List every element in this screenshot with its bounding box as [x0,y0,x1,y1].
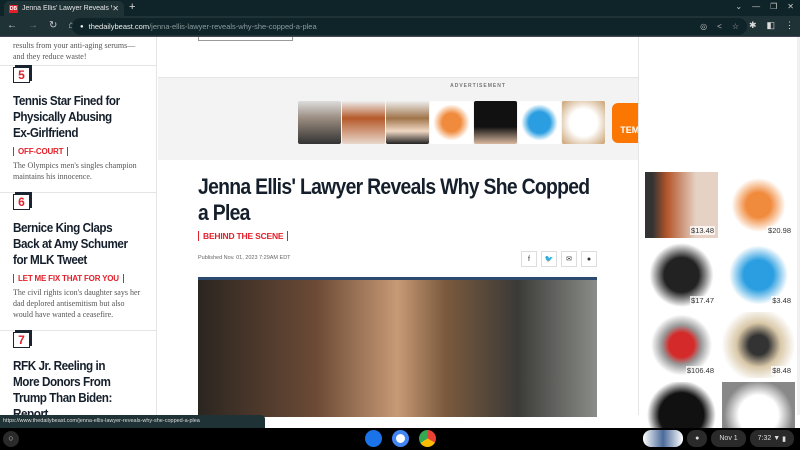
tab-search-icon[interactable]: ⌄ [735,2,742,11]
ad-product[interactable] [518,101,561,144]
item-title[interactable]: Tennis Star Fined for Physically Abusing… [13,93,130,141]
share-icon[interactable]: < [717,22,722,31]
notification-thumbnail[interactable] [643,430,684,447]
ad-product[interactable] [298,101,341,144]
share-buttons: f 🐦 ✉ ● [521,251,597,267]
price: $106.48 [685,366,715,375]
facebook-icon[interactable]: f [521,251,537,267]
item-title[interactable]: RFK Jr. Reeling in More Donors From Trum… [13,358,130,415]
ad-product[interactable]: $20.98 [722,172,795,238]
chrome-icon[interactable] [419,430,436,447]
price: $17.47 [690,296,715,305]
ad-product[interactable] [342,101,385,144]
main-content: ADVERTISEMENT TEMU Jenna Ellis' Lawyer R… [158,37,800,417]
tab-strip: DB Jenna Ellis' Lawyer Reveals Why ✕ + ⌄… [0,0,800,16]
back-icon[interactable]: ← [7,20,17,31]
item-tag[interactable]: LET ME FIX THAT FOR YOU [13,274,124,283]
lock-icon: ● [80,23,84,30]
item-title[interactable]: Bernice King Claps Back at Amy Schumer f… [13,220,130,268]
twitter-icon[interactable]: 🐦 [541,251,557,267]
rank-number: 7 [13,332,30,348]
status-url: https://www.thedailybeast.com/jenna-elli… [0,415,265,428]
date-pill[interactable]: Nov 1 [711,430,746,447]
address-bar[interactable]: ● thedailybeast.com/jenna-ellis-lawyer-r… [72,18,747,35]
item-desc: The Olympics men's singles champion main… [13,161,137,181]
taskbar: ○ ● Nov 1 7:32 ▼ ▮ [0,428,800,450]
extensions-icon[interactable]: ✱ [749,20,757,31]
article-photo [198,277,597,417]
eye-off-icon[interactable]: ◎ [700,22,707,31]
maximize-icon[interactable]: ❐ [770,2,777,11]
item-desc: The civil rights icon's daughter says he… [13,288,141,319]
menu-icon[interactable]: ⋮ [785,20,794,31]
ad-product[interactable]: $8.48 [722,312,795,378]
minimize-icon[interactable]: — [752,2,760,11]
article: Jenna Ellis' Lawyer Reveals Why She Copp… [198,174,598,267]
status-tray[interactable]: 7:32 ▼ ▮ [749,430,794,447]
wifi-icon: ▼ [773,435,781,442]
close-window-icon[interactable]: ✕ [787,2,794,11]
article-title: Jenna Ellis' Lawyer Reveals Why She Copp… [198,174,590,225]
price: $13.48 [690,226,715,235]
docs-icon[interactable] [392,430,409,447]
product-ad-grid: $13.48 $20.98 $17.47 $3.48 $106.48 $8.48 [645,172,795,448]
ad-product[interactable]: $13.48 [645,172,718,238]
ad-product[interactable] [562,101,605,144]
ad-product[interactable] [474,101,517,144]
list-item[interactable]: 6 Bernice King Claps Back at Amy Schumer… [0,192,156,330]
tab-active[interactable]: DB Jenna Ellis' Lawyer Reveals Why ✕ [4,1,124,16]
browser-toolbar: ←→↻⌂ ● thedailybeast.com/jenna-ellis-law… [0,16,800,37]
email-icon[interactable]: ✉ [561,251,577,267]
battery-icon: ▮ [782,435,786,443]
ad-product[interactable] [430,101,473,144]
close-tab-icon[interactable]: ✕ [112,4,119,13]
url-path: /jenna-ellis-lawyer-reveals-why-she-copp… [149,22,317,31]
launcher-icon[interactable]: ○ [3,431,19,447]
ad-product[interactable]: $17.47 [645,242,718,308]
rank-number: 5 [13,67,30,83]
new-tab-button[interactable]: + [129,1,135,13]
ad-product[interactable]: $3.48 [722,242,795,308]
list-item[interactable]: 5 Tennis Star Fined for Physically Abusi… [0,65,156,192]
list-item[interactable]: 7 RFK Jr. Reeling in More Donors From Tr… [0,330,156,415]
top-box [198,37,293,41]
reddit-icon[interactable]: ● [581,251,597,267]
trending-sidebar: results from your anti-aging serums—and … [0,37,157,415]
clock: 7:32 [757,435,772,442]
notification-icon[interactable]: ● [687,430,708,447]
forward-icon[interactable]: → [28,20,38,31]
article-tag[interactable]: BEHIND THE SCENE [198,231,289,241]
price: $8.48 [771,366,792,375]
favicon-icon: DB [9,4,18,13]
reload-icon[interactable]: ↻ [49,20,57,31]
files-icon[interactable] [365,430,382,447]
ad-product[interactable]: $106.48 [645,312,718,378]
lead-text: results from your anti-aging serums—and … [13,41,136,61]
star-icon[interactable]: ☆ [732,22,739,31]
price: $20.98 [767,226,792,235]
url-domain: thedailybeast.com [88,22,150,31]
right-rail: ▷✕ $13.48 $20.98 $17.47 $3.48 $106.48 $8… [638,37,798,448]
side-panel-icon[interactable]: ◧ [766,20,775,31]
rank-number: 6 [13,194,30,210]
price: $3.48 [771,296,792,305]
item-tag[interactable]: OFF-COURT [13,147,69,156]
tab-title: Jenna Ellis' Lawyer Reveals Why [22,5,112,12]
ad-product[interactable] [386,101,429,144]
